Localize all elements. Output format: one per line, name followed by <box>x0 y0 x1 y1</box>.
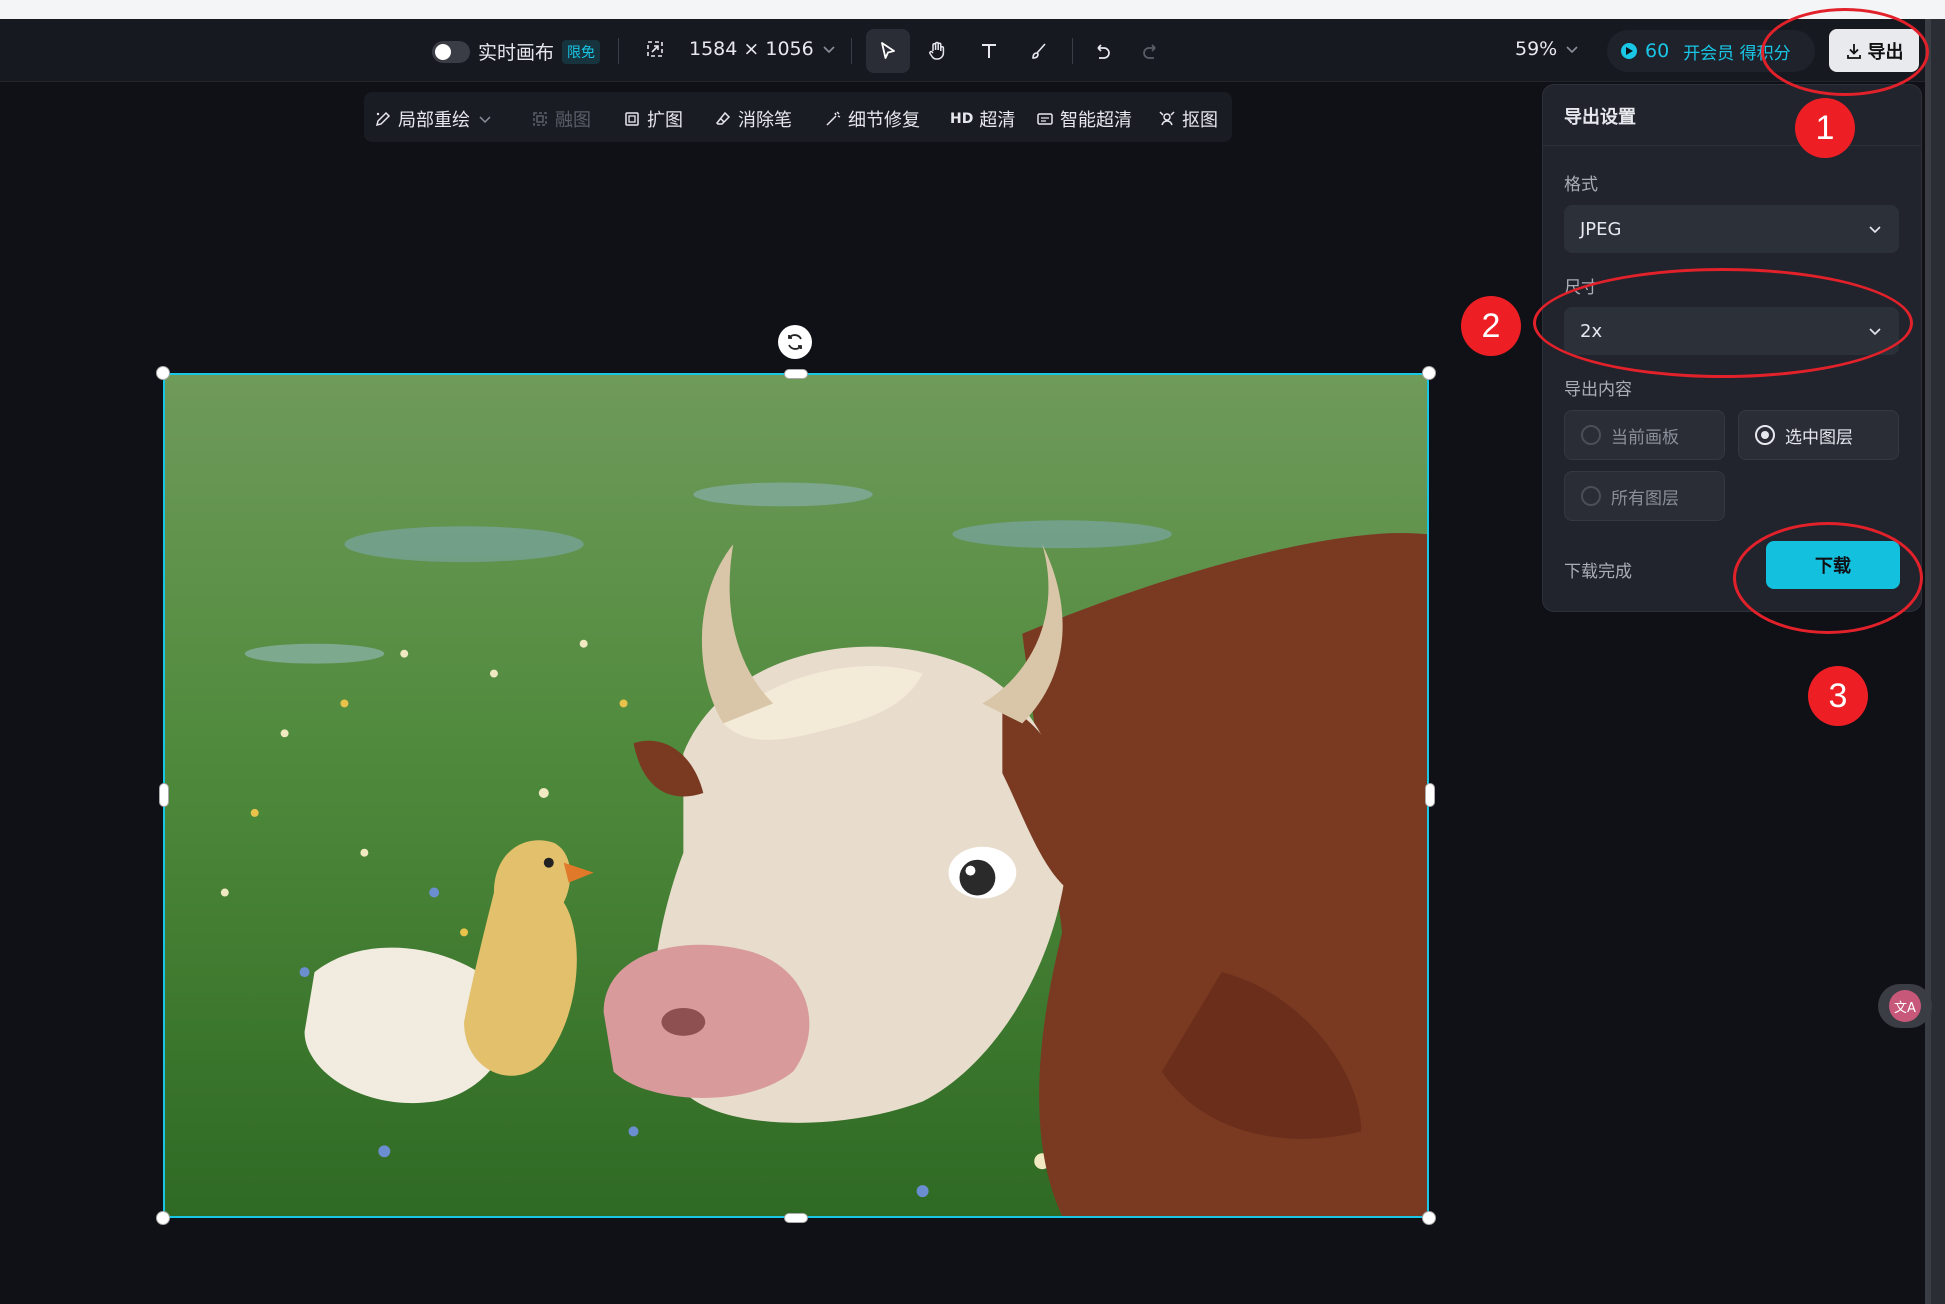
canvas-size-text: 1584 × 1056 <box>689 38 814 60</box>
divider <box>1072 38 1073 64</box>
format-label: 格式 <box>1564 175 1598 195</box>
brush-tool[interactable] <box>1017 29 1061 73</box>
zoom-value: 59% <box>1515 38 1558 60</box>
annotation-ring-1 <box>1761 8 1929 96</box>
undo-icon <box>1097 44 1110 59</box>
free-badge: 限免 <box>562 39 601 64</box>
blend-icon <box>533 112 547 126</box>
radio-unchecked <box>1581 425 1601 445</box>
annotation-badge-1: 1 <box>1795 98 1855 158</box>
cutout-icon <box>1159 111 1175 126</box>
option-label: 当前画板 <box>1611 427 1679 448</box>
radio-unchecked <box>1581 486 1601 506</box>
annotation-ring-2 <box>1533 268 1913 378</box>
blend-tool[interactable]: 融图 <box>531 106 591 132</box>
cutout-label: 抠图 <box>1182 110 1218 131</box>
resize-icon <box>647 41 663 57</box>
eraser-tool[interactable]: 消除笔 <box>714 106 792 132</box>
expand-icon <box>625 112 639 126</box>
radio-checked <box>1755 425 1775 445</box>
hand-tool[interactable] <box>915 29 959 73</box>
inpaint-tool[interactable]: 局部重绘 <box>374 106 494 132</box>
canvas-image-layer[interactable] <box>163 373 1429 1218</box>
resize-handle-bottom-right[interactable] <box>1422 1211 1436 1225</box>
divider <box>1543 145 1921 146</box>
chevron-down-icon <box>823 46 835 54</box>
divider <box>618 38 619 64</box>
detail-repair-label: 细节修复 <box>848 110 920 131</box>
resize-handle-top[interactable] <box>784 369 808 379</box>
translate-icon: 文A <box>1889 990 1921 1022</box>
translate-floating-button[interactable]: 文A <box>1878 984 1932 1028</box>
canvas-size-selector[interactable]: 1584 × 1056 <box>645 38 836 60</box>
toggle-switch[interactable] <box>432 40 470 63</box>
eraser-icon <box>715 111 731 125</box>
redo-icon <box>1143 44 1156 59</box>
option-label: 选中图层 <box>1785 427 1853 448</box>
top-toolbar: 实时画布 限免 1584 × 1056 59% 60 开会员 得积分 导出 <box>0 19 1925 82</box>
resize-handle-top-right[interactable] <box>1422 366 1436 380</box>
inpaint-label: 局部重绘 <box>398 110 470 131</box>
inpaint-icon <box>375 111 391 127</box>
option-selected-layer[interactable]: 选中图层 <box>1738 410 1899 460</box>
detail-repair-tool[interactable]: 细节修复 <box>824 106 920 132</box>
option-all-layers[interactable]: 所有图层 <box>1564 471 1725 521</box>
format-value: JPEG <box>1580 218 1622 240</box>
undo-button[interactable] <box>1080 29 1124 73</box>
option-current-artboard[interactable]: 当前画板 <box>1564 410 1725 460</box>
cow-and-duck-illustration <box>165 375 1427 1216</box>
select-tool[interactable] <box>866 29 910 73</box>
hand-icon <box>929 41 945 60</box>
resize-handle-top-left[interactable] <box>156 366 170 380</box>
resize-handle-bottom-left[interactable] <box>156 1211 170 1225</box>
download-status: 下载完成 <box>1564 562 1632 582</box>
cutout-tool[interactable]: 抠图 <box>1158 106 1218 132</box>
expand-tool[interactable]: 扩图 <box>623 106 683 132</box>
brush-icon <box>1032 43 1046 59</box>
expand-label: 扩图 <box>647 110 683 131</box>
cursor-arrow-icon <box>881 42 895 59</box>
panel-title: 导出设置 <box>1564 107 1636 128</box>
credits-coin-icon <box>1621 43 1637 59</box>
chevron-down-icon <box>1869 226 1881 234</box>
realtime-label: 实时画布 <box>478 42 555 64</box>
annotation-ring-3 <box>1733 522 1923 634</box>
blend-label: 融图 <box>555 110 591 131</box>
smart-hd-tool[interactable]: 智能超清 <box>1036 106 1132 132</box>
divider <box>851 38 852 64</box>
annotation-badge-3: 3 <box>1808 666 1868 726</box>
text-tool[interactable] <box>967 29 1011 73</box>
browser-top-strip <box>0 0 1945 19</box>
format-select[interactable]: JPEG <box>1564 205 1899 253</box>
zoom-selector[interactable]: 59% <box>1515 38 1579 60</box>
chevron-down-icon <box>1566 46 1578 54</box>
smart-hd-icon <box>1037 113 1053 125</box>
eraser-label: 消除笔 <box>738 110 792 131</box>
rotate-icon <box>788 334 802 350</box>
resize-handle-bottom[interactable] <box>784 1213 808 1223</box>
option-label: 所有图层 <box>1611 488 1679 509</box>
hd-icon: HD <box>950 111 974 127</box>
right-scrollbar[interactable] <box>1925 19 1945 1304</box>
magic-wand-icon <box>826 111 841 126</box>
resize-handle-left[interactable] <box>159 783 169 807</box>
rotate-handle[interactable] <box>778 325 812 359</box>
redo-button[interactable] <box>1129 29 1173 73</box>
smart-hd-label: 智能超清 <box>1060 110 1132 131</box>
credits-count: 60 <box>1645 40 1670 62</box>
hd-tool[interactable]: HD 超清 <box>950 106 1015 132</box>
chevron-down-icon <box>479 116 491 124</box>
annotation-badge-2: 2 <box>1461 296 1521 356</box>
resize-handle-right[interactable] <box>1425 783 1435 807</box>
export-content-label: 导出内容 <box>1564 380 1632 400</box>
text-t-icon <box>982 44 996 58</box>
edit-toolbar: 局部重绘 融图 扩图 消除笔 细节修复 HD 超清 智能超清 抠图 <box>364 92 1232 142</box>
realtime-canvas-toggle[interactable]: 实时画布 限免 <box>432 38 601 65</box>
hd-label: 超清 <box>979 110 1016 131</box>
